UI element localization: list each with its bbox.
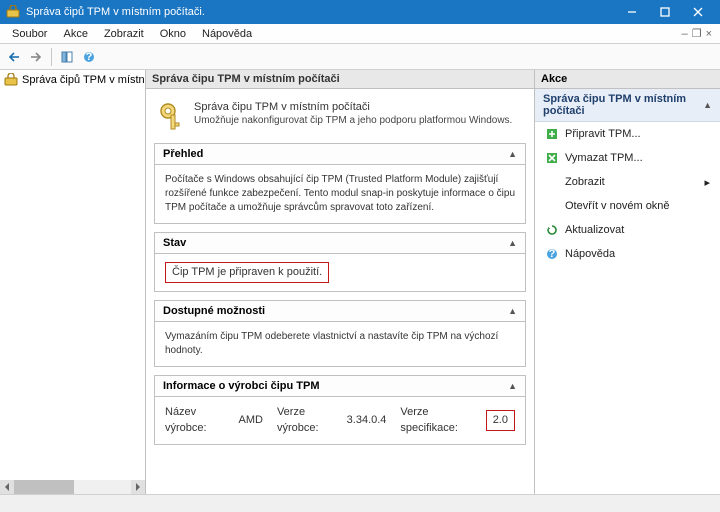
nav-forward-button[interactable] [26,47,46,67]
chevron-up-icon: ▲ [508,381,517,391]
toolbar-help-button[interactable]: ? [79,47,99,67]
menu-window[interactable]: Okno [152,26,194,42]
menu-action[interactable]: Akce [55,26,95,42]
chevron-up-icon: ▲ [703,100,712,110]
action-prepare-tpm[interactable]: Připravit TPM... [535,122,720,146]
scroll-thumb[interactable] [14,480,74,494]
action-view[interactable]: Zobrazit ▸ [535,170,720,194]
status-title: Stav [163,237,186,249]
actions-sub-label: Správa čipu TPM v místním počítači [543,93,703,117]
info-box: Správa čipu TPM v místním počítači Umožň… [154,95,526,143]
action-refresh[interactable]: Aktualizovat [535,218,720,242]
tree-hscrollbar[interactable] [0,480,145,494]
titlebar: Správa čipů TPM v místním počítači. [0,0,720,24]
tree-pane: Správa čipů TPM v místním počítači [0,70,146,494]
actions-subheader[interactable]: Správa čipu TPM v místním počítači ▲ [535,89,720,122]
section-mfr-header[interactable]: Informace o výrobci čipu TPM ▲ [155,376,525,397]
svg-text:?: ? [86,51,93,63]
action-prepare-label: Připravit TPM... [565,128,641,140]
mfr-name-value: AMD [239,413,263,428]
toolbar-separator [51,48,52,66]
info-subtitle: Umožňuje nakonfigurovat čip TPM a jeho p… [194,115,512,126]
svg-text:?: ? [549,248,556,260]
mdi-controls: – ❐ × [682,27,716,40]
refresh-icon [545,223,559,237]
scroll-left-icon[interactable] [0,480,14,494]
menubar: Soubor Akce Zobrazit Okno Nápověda – ❐ × [0,24,720,44]
nav-back-button[interactable] [4,47,24,67]
actions-pane: Akce Správa čipu TPM v místním počítači … [535,70,720,494]
app-icon [6,5,20,19]
mdi-min-icon[interactable]: – [682,28,688,40]
action-clear-tpm[interactable]: Vymazat TPM... [535,146,720,170]
section-overview-header[interactable]: Přehled ▲ [155,144,525,165]
section-status: Stav ▲ Čip TPM je připraven k použití. [154,232,526,292]
options-body: Vymazáním čipu TPM odeberete vlastnictví… [155,322,525,366]
info-title: Správa čipu TPM v místním počítači [194,101,512,113]
content-header: Správa čipu TPM v místním počítači [146,70,534,89]
chevron-up-icon: ▲ [508,238,517,248]
status-highlight: Čip TPM je připraven k použití. [165,262,329,283]
action-refresh-label: Aktualizovat [565,224,624,236]
mfr-name-label: Název výrobce: [165,405,235,436]
menu-help[interactable]: Nápověda [194,26,260,42]
blank-icon [545,175,559,189]
mfr-ver-label: Verze výrobce: [277,405,343,436]
action-new-window[interactable]: Otevřít v novém okně [535,194,720,218]
action-newwin-label: Otevřít v novém okně [565,200,670,212]
chevron-up-icon: ▲ [508,149,517,159]
menu-view[interactable]: Zobrazit [96,26,152,42]
overview-body: Počítače s Windows obsahující čip TPM (T… [155,165,525,223]
minimize-button[interactable] [615,1,648,23]
mdi-close-icon[interactable]: × [706,28,712,40]
mdi-restore-icon[interactable]: ❐ [692,27,702,40]
action-help[interactable]: ? Nápověda [535,242,720,266]
action-clear-label: Vymazat TPM... [565,152,643,164]
chevron-up-icon: ▲ [508,306,517,316]
prepare-icon [545,127,559,141]
menu-file[interactable]: Soubor [4,26,55,42]
help-icon: ? [545,247,559,261]
mfr-spec-value: 2.0 [486,410,515,431]
action-view-label: Zobrazit [565,176,605,188]
submenu-arrow-icon: ▸ [704,176,710,189]
tree-root-label: Správa čipů TPM v místním počítači [22,74,145,86]
toolbar: ? [0,44,720,70]
maximize-button[interactable] [648,1,681,23]
section-options: Dostupné možnosti ▲ Vymazáním čipu TPM o… [154,300,526,367]
toolbar-view-button[interactable] [57,47,77,67]
section-options-header[interactable]: Dostupné možnosti ▲ [155,301,525,322]
actions-header: Akce [535,70,720,89]
mfr-title: Informace o výrobci čipu TPM [163,380,319,392]
statusbar [0,494,720,512]
section-manufacturer: Informace o výrobci čipu TPM ▲ Název výr… [154,375,526,445]
key-icon [158,101,186,133]
action-help-label: Nápověda [565,248,615,260]
overview-title: Přehled [163,148,203,160]
blank-icon [545,199,559,213]
scroll-right-icon[interactable] [131,480,145,494]
section-status-header[interactable]: Stav ▲ [155,233,525,254]
content-pane: Správa čipu TPM v místním počítači Správ… [146,70,535,494]
section-overview: Přehled ▲ Počítače s Windows obsahující … [154,143,526,224]
tree-root-item[interactable]: Správa čipů TPM v místním počítači [0,70,145,90]
mfr-spec-label: Verze specifikace: [400,405,481,436]
window-title: Správa čipů TPM v místním počítači. [26,6,615,18]
mfr-ver-value: 3.34.0.4 [347,413,387,428]
mfr-row: Název výrobce: AMD Verze výrobce: 3.34.0… [165,405,515,436]
main-body: Správa čipů TPM v místním počítači Správ… [0,70,720,494]
options-title: Dostupné možnosti [163,305,265,317]
content-body: Správa čipu TPM v místním počítači Umožň… [146,89,534,459]
tpm-icon [4,73,18,87]
close-button[interactable] [681,1,714,23]
clear-icon [545,151,559,165]
